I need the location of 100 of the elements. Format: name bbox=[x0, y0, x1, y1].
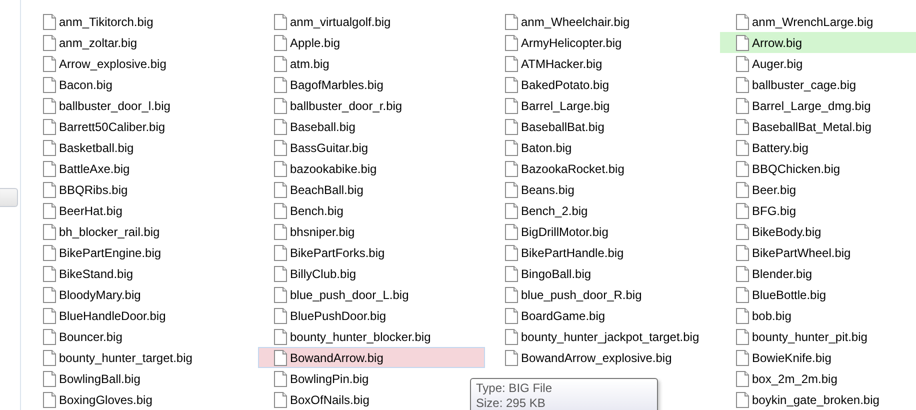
file-item[interactable]: Baton.big bbox=[489, 137, 579, 158]
file-icon bbox=[736, 14, 749, 30]
file-item[interactable]: Beer.big bbox=[720, 179, 804, 200]
file-icon bbox=[505, 350, 518, 366]
file-icon bbox=[43, 286, 56, 302]
file-icon bbox=[274, 224, 287, 240]
file-icon bbox=[43, 370, 56, 386]
file-item[interactable]: ATMHacker.big bbox=[489, 53, 610, 74]
file-item[interactable]: boykin_gate_broken.big bbox=[720, 389, 886, 410]
file-item[interactable]: BowlingPin.big bbox=[258, 368, 376, 389]
file-item[interactable]: BaseballBat.big bbox=[489, 116, 612, 137]
file-item[interactable]: ArmyHelicopter.big bbox=[489, 32, 629, 53]
file-item[interactable]: BattleAxe.big bbox=[27, 158, 137, 179]
file-icon bbox=[736, 328, 749, 344]
file-item[interactable]: BikePartHandle.big bbox=[489, 242, 631, 263]
file-item[interactable]: anm_Wheelchair.big bbox=[489, 11, 637, 32]
file-item[interactable]: bounty_hunter_target.big bbox=[27, 347, 200, 368]
file-item[interactable]: bazookabike.big bbox=[258, 158, 384, 179]
file-item[interactable]: anm_WrenchLarge.big bbox=[720, 11, 880, 32]
file-icon bbox=[736, 56, 749, 72]
file-item[interactable]: BowandArrow.big bbox=[258, 347, 485, 368]
file-icon bbox=[505, 286, 518, 302]
file-item[interactable]: Barrel_Large.big bbox=[489, 95, 617, 116]
file-item[interactable]: Bouncer.big bbox=[27, 326, 130, 347]
file-item[interactable]: bounty_hunter_blocker.big bbox=[258, 326, 438, 347]
file-icon bbox=[274, 370, 287, 386]
file-icon bbox=[505, 140, 518, 156]
file-item[interactable]: bounty_hunter_pit.big bbox=[720, 326, 874, 347]
file-item[interactable]: BFG.big bbox=[720, 200, 804, 221]
file-icon bbox=[43, 244, 56, 260]
file-item[interactable]: BikePartForks.big bbox=[258, 242, 392, 263]
file-icon bbox=[736, 266, 749, 282]
file-item[interactable]: BikeStand.big bbox=[27, 263, 140, 284]
file-icon bbox=[274, 392, 287, 408]
file-item[interactable]: Beans.big bbox=[489, 179, 582, 200]
file-item[interactable]: BluePushDoor.big bbox=[258, 305, 394, 326]
file-item[interactable]: BoardGame.big bbox=[489, 305, 612, 326]
file-item[interactable]: ballbuster_door_l.big bbox=[27, 95, 178, 116]
file-item[interactable]: Blender.big bbox=[720, 263, 820, 284]
file-item[interactable]: bounty_hunter_jackpot_target.big bbox=[489, 326, 706, 347]
file-item[interactable]: anm_Tikitorch.big bbox=[27, 11, 160, 32]
file-item[interactable]: BowieKnife.big bbox=[720, 347, 838, 368]
file-icon bbox=[274, 98, 287, 114]
tooltip-text: Size: 295 KB bbox=[476, 396, 546, 410]
file-item[interactable]: Battery.big bbox=[720, 137, 816, 158]
file-item[interactable]: BBQRibs.big bbox=[27, 179, 135, 200]
file-item[interactable]: BazookaRocket.big bbox=[489, 158, 632, 179]
file-item[interactable]: anm_zoltar.big bbox=[27, 32, 144, 53]
file-icon bbox=[736, 286, 749, 302]
file-item[interactable]: BaseballBat_Metal.big bbox=[720, 116, 878, 137]
file-icon bbox=[505, 14, 518, 30]
file-item[interactable]: Bacon.big bbox=[27, 74, 120, 95]
file-item[interactable]: BillyClub.big bbox=[258, 263, 364, 284]
file-item[interactable]: blue_push_door_L.big bbox=[258, 284, 416, 305]
file-item[interactable]: Basketball.big bbox=[27, 137, 141, 158]
file-icon bbox=[274, 350, 287, 366]
file-item[interactable]: bhsniper.big bbox=[258, 221, 362, 242]
file-item[interactable]: Arrow.big bbox=[720, 32, 916, 53]
file-item[interactable]: atm.big bbox=[258, 53, 336, 74]
file-item[interactable]: Barrel_Large_dmg.big bbox=[720, 95, 878, 116]
file-item[interactable]: BikePartWheel.big bbox=[720, 242, 858, 263]
file-item[interactable]: BikePartEngine.big bbox=[27, 242, 168, 263]
file-icon bbox=[43, 350, 56, 366]
file-icon bbox=[274, 56, 287, 72]
file-item[interactable]: BigDrillMotor.big bbox=[489, 221, 616, 242]
file-item[interactable]: bob.big bbox=[720, 305, 798, 326]
file-item[interactable]: BowlingBall.big bbox=[27, 368, 148, 389]
file-item[interactable]: Apple.big bbox=[258, 32, 348, 53]
file-item[interactable]: BoxOfNails.big bbox=[258, 389, 376, 410]
file-item[interactable]: BlueHandleDoor.big bbox=[27, 305, 173, 326]
file-icon bbox=[43, 14, 56, 30]
file-item[interactable]: blue_push_door_R.big bbox=[489, 284, 649, 305]
file-item[interactable]: BeerHat.big bbox=[27, 200, 130, 221]
file-item[interactable]: BowandArrow_explosive.big bbox=[489, 347, 679, 368]
file-item[interactable]: Bench_2.big bbox=[489, 200, 595, 221]
file-icon bbox=[505, 56, 518, 72]
file-item[interactable]: BBQChicken.big bbox=[720, 158, 848, 179]
file-item[interactable]: BlueBottle.big bbox=[720, 284, 834, 305]
file-item[interactable]: Baseball.big bbox=[258, 116, 362, 137]
file-item[interactable]: ballbuster_cage.big bbox=[720, 74, 864, 95]
file-item[interactable]: box_2m_2m.big bbox=[720, 368, 844, 389]
file-item[interactable]: BakedPotato.big bbox=[489, 74, 616, 95]
file-item[interactable]: Barrett50Caliber.big bbox=[27, 116, 172, 137]
file-item[interactable]: BikeBody.big bbox=[720, 221, 828, 242]
pane-handle[interactable] bbox=[0, 188, 18, 207]
file-item[interactable]: BagofMarbles.big bbox=[258, 74, 390, 95]
file-item[interactable]: BeachBall.big bbox=[258, 179, 370, 200]
file-item[interactable]: ballbuster_door_r.big bbox=[258, 95, 410, 116]
file-icon bbox=[43, 202, 56, 218]
file-icon bbox=[736, 98, 749, 114]
file-item[interactable]: BloodyMary.big bbox=[27, 284, 148, 305]
file-item[interactable]: BoxingGloves.big bbox=[27, 389, 160, 410]
file-item[interactable]: BassGuitar.big bbox=[258, 137, 376, 158]
file-item[interactable]: bh_blocker_rail.big bbox=[27, 221, 167, 242]
file-item[interactable]: Bench.big bbox=[258, 200, 350, 221]
file-item[interactable]: anm_virtualgolf.big bbox=[258, 11, 398, 32]
file-item[interactable]: BingoBall.big bbox=[489, 263, 598, 284]
file-icon bbox=[736, 370, 749, 386]
file-item[interactable]: Auger.big bbox=[720, 53, 810, 74]
file-item[interactable]: Arrow_explosive.big bbox=[27, 53, 174, 74]
